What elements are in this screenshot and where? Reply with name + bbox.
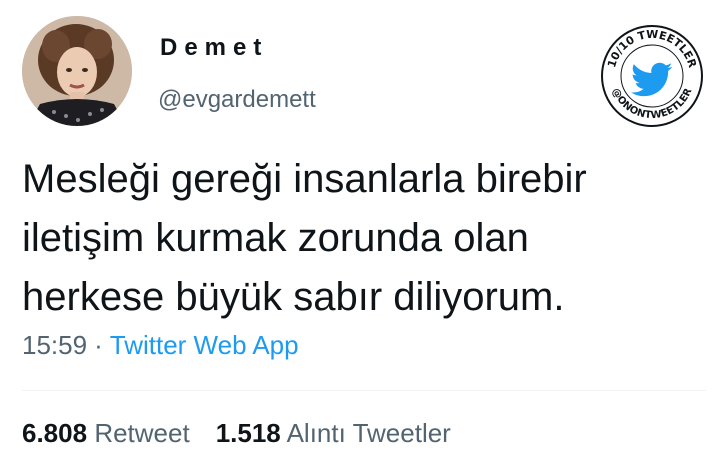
quote-tweets-stat[interactable]: 1.518 Alıntı Tweetler <box>216 418 451 448</box>
retweets-count: 6.808 <box>22 418 88 448</box>
display-name[interactable]: Demet <box>160 34 268 62</box>
profile-photo <box>22 16 132 126</box>
retweets-stat[interactable]: 6.808 Retweet <box>22 418 190 448</box>
tweet-text-line: Mesleği gereği insanlarla birebir <box>22 157 587 201</box>
tweet-stats: 6.808 Retweet 1.518 Alıntı Tweetler <box>22 418 477 449</box>
tweet-text-line: iletişim kurmak zorunda olan <box>22 216 529 260</box>
tweet-time[interactable]: 15:59 <box>22 330 87 360</box>
divider <box>22 390 706 391</box>
meta-separator: · <box>94 330 103 360</box>
tweet-source-link[interactable]: Twitter Web App <box>110 330 299 360</box>
quotes-count: 1.518 <box>215 418 281 448</box>
tweet-text-line: herkese büyük sabır diliyorum. <box>22 275 565 319</box>
quotes-label: Alıntı Tweetler <box>286 418 451 448</box>
watermark-badge: 10/10 TWEETLER @ONONTWEETLER <box>600 24 704 128</box>
avatar[interactable] <box>22 16 132 126</box>
user-handle[interactable]: @evgardemett <box>158 86 316 114</box>
tweet-text: Mesleği gereği insanlarla birebir iletiş… <box>22 150 682 327</box>
retweets-label: Retweet <box>94 418 190 448</box>
tweet-meta: 15:59 · Twitter Web App <box>22 330 299 361</box>
